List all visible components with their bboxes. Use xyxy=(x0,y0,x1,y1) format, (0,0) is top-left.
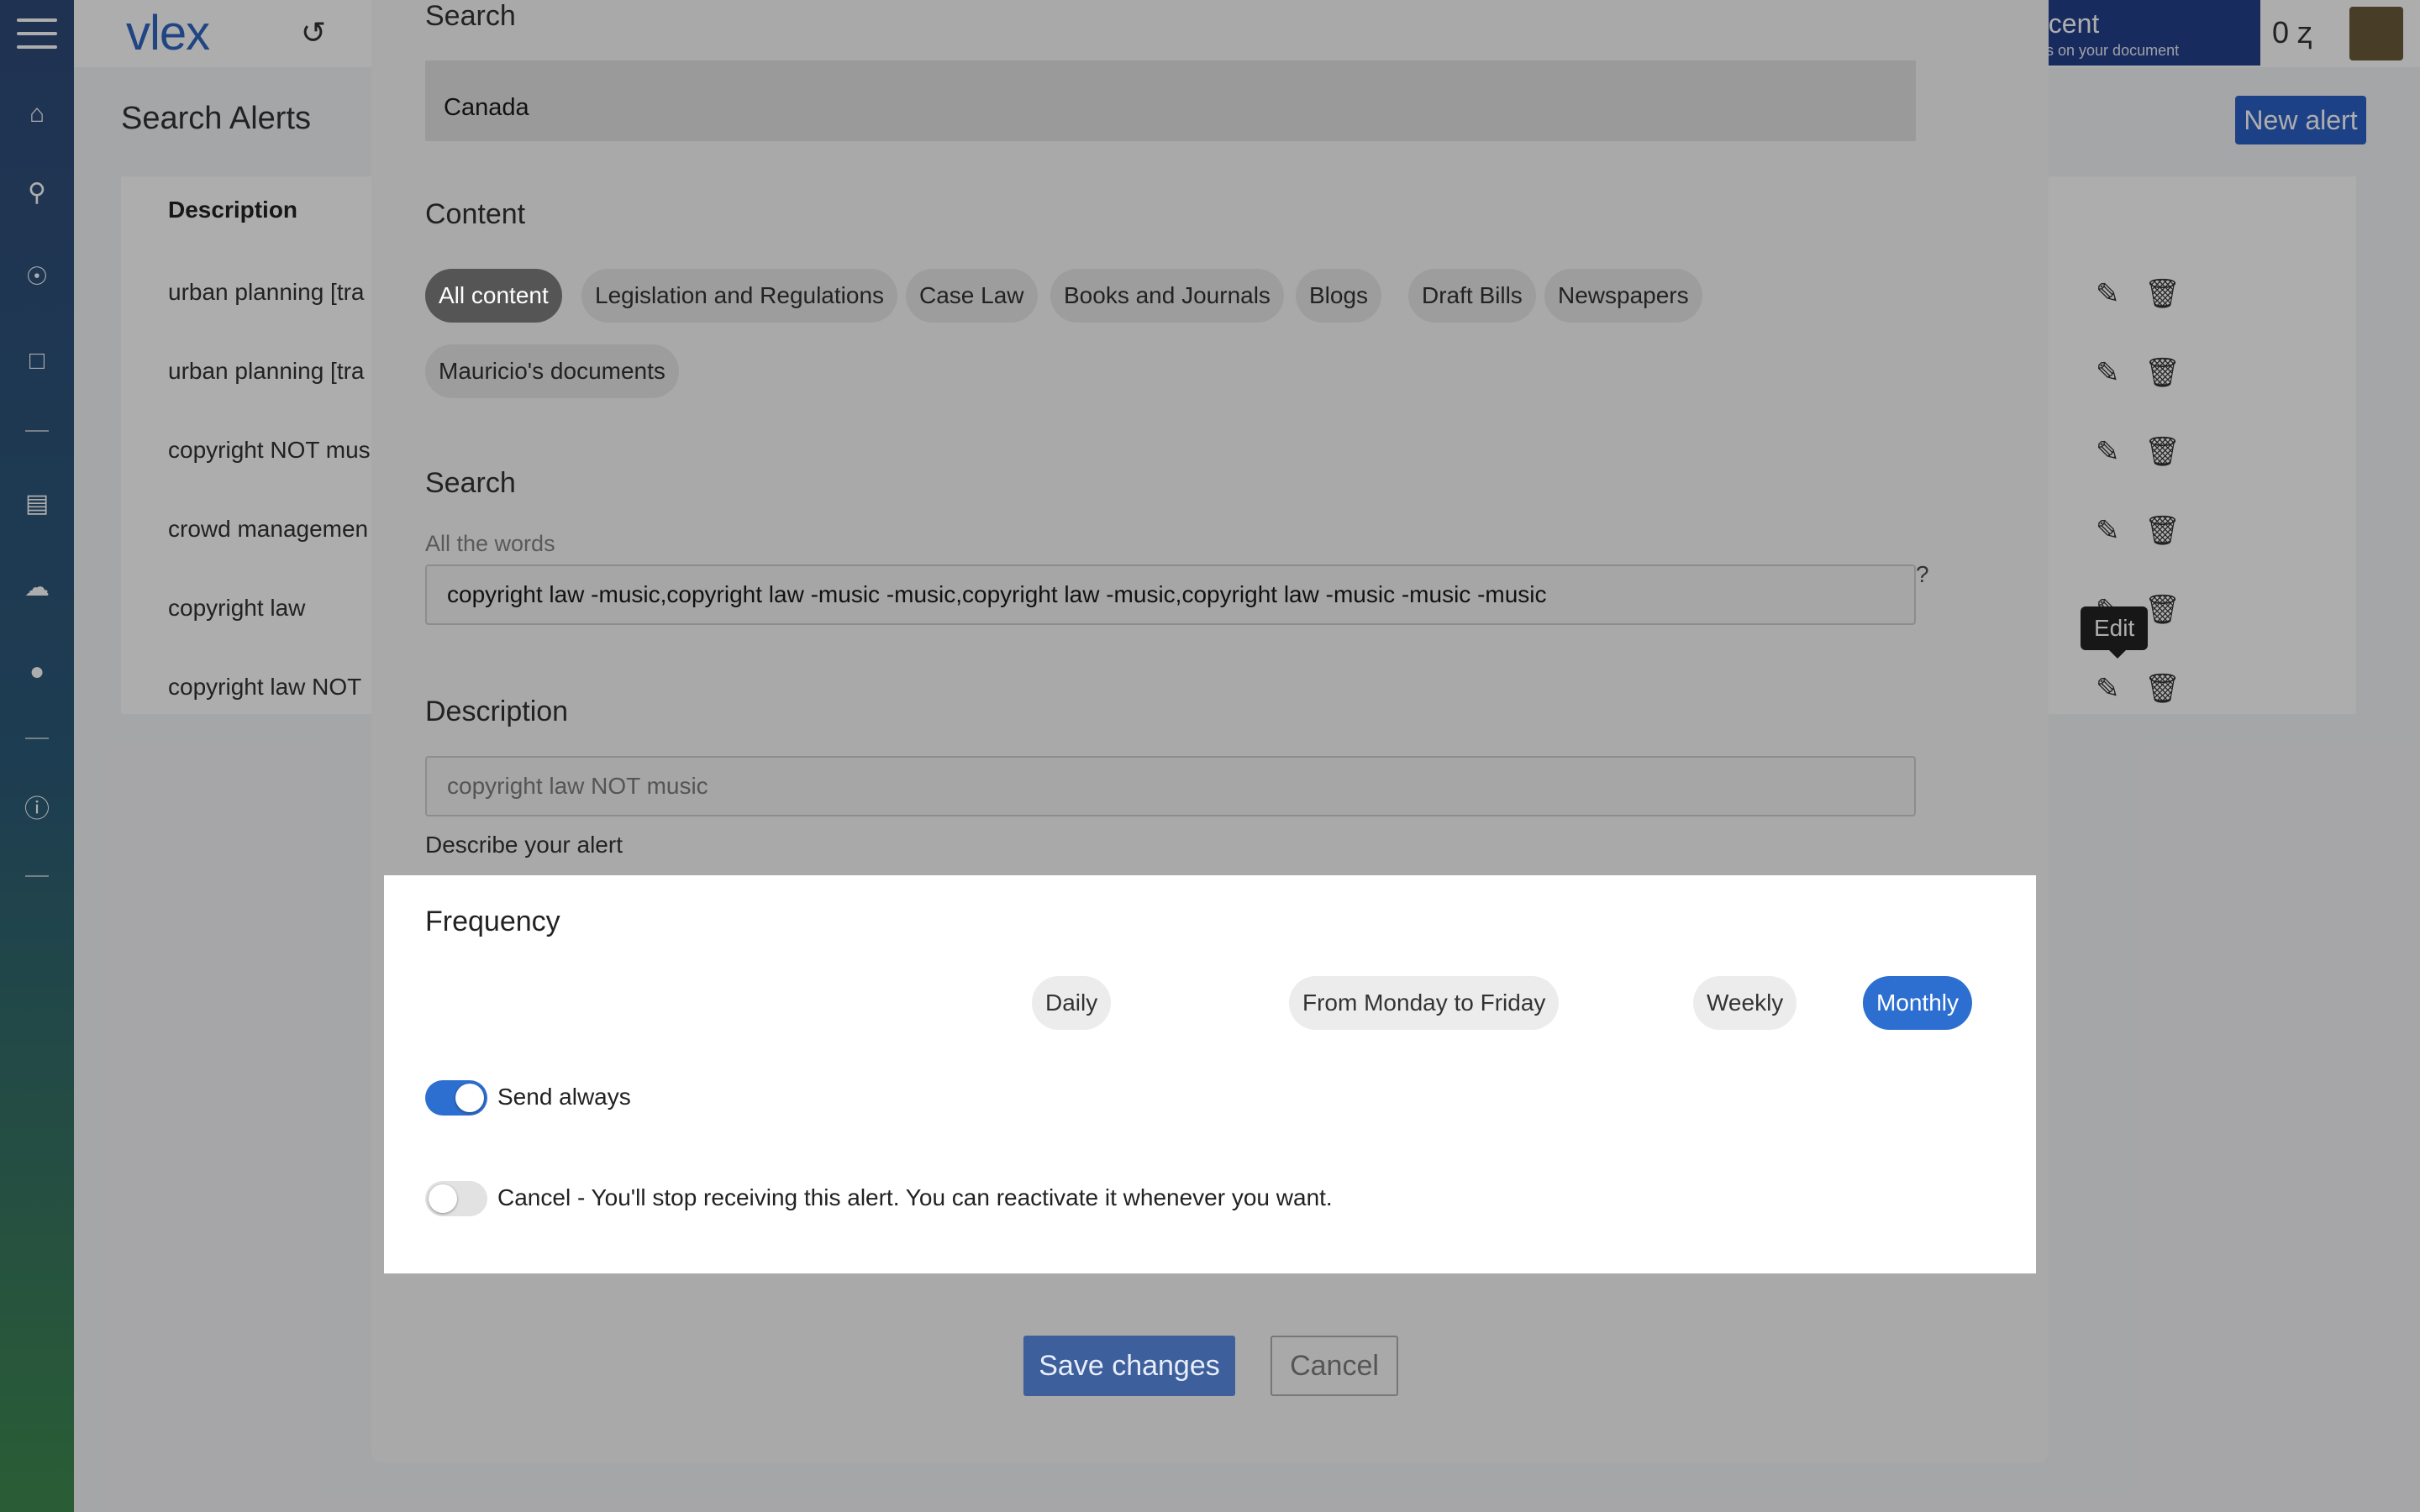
content-title: Content xyxy=(425,198,526,230)
all-words-label: All the words xyxy=(425,531,555,556)
content-chip-newspapers[interactable]: Newspapers xyxy=(1544,269,1702,323)
description-input[interactable]: copyright law NOT music xyxy=(425,756,1916,816)
cancel-button[interactable]: Cancel xyxy=(1270,1336,1398,1396)
all-words-input[interactable]: copyright law -music,copyright law -musi… xyxy=(425,564,1916,625)
toggle-knob xyxy=(429,1184,457,1213)
content-chip-all[interactable]: All content xyxy=(425,269,562,323)
frequency-monthly[interactable]: Monthly xyxy=(1862,976,1972,1030)
toggle-knob xyxy=(455,1084,484,1112)
frequency-daily[interactable]: Daily xyxy=(1032,976,1112,1030)
search-title: Search xyxy=(425,467,516,499)
content-chip-blogs[interactable]: Blogs xyxy=(1296,269,1382,323)
send-always-toggle[interactable] xyxy=(425,1080,487,1116)
frequency-panel: Frequency Daily From Monday to Friday We… xyxy=(384,875,2036,1273)
save-changes-button[interactable]: Save changes xyxy=(1023,1336,1235,1396)
help-icon[interactable]: ? xyxy=(1916,561,1929,588)
content-chip-case-law[interactable]: Case Law xyxy=(906,269,1038,323)
content-chip-my-documents[interactable]: Mauricio's documents xyxy=(425,344,679,398)
frequency-title: Frequency xyxy=(425,906,560,937)
edit-alert-modal: Search Canada Content All content Legisl… xyxy=(371,0,2049,1463)
content-chip-draft-bills[interactable]: Draft Bills xyxy=(1408,269,1536,323)
search-section-title: Search xyxy=(425,0,516,32)
send-always-label: Send always xyxy=(497,1084,631,1110)
description-hint: Describe your alert xyxy=(425,832,623,858)
cancel-alert-label: Cancel - You'll stop receiving this aler… xyxy=(497,1184,1333,1210)
frequency-weekdays[interactable]: From Monday to Friday xyxy=(1289,976,1560,1030)
description-title: Description xyxy=(425,696,569,727)
content-chip-books-journals[interactable]: Books and Journals xyxy=(1050,269,1284,323)
content-chip-legislation[interactable]: Legislation and Regulations xyxy=(581,269,898,323)
country-field[interactable]: Canada xyxy=(425,60,1916,141)
frequency-weekly[interactable]: Weekly xyxy=(1693,976,1797,1030)
cancel-alert-toggle[interactable] xyxy=(425,1181,487,1216)
